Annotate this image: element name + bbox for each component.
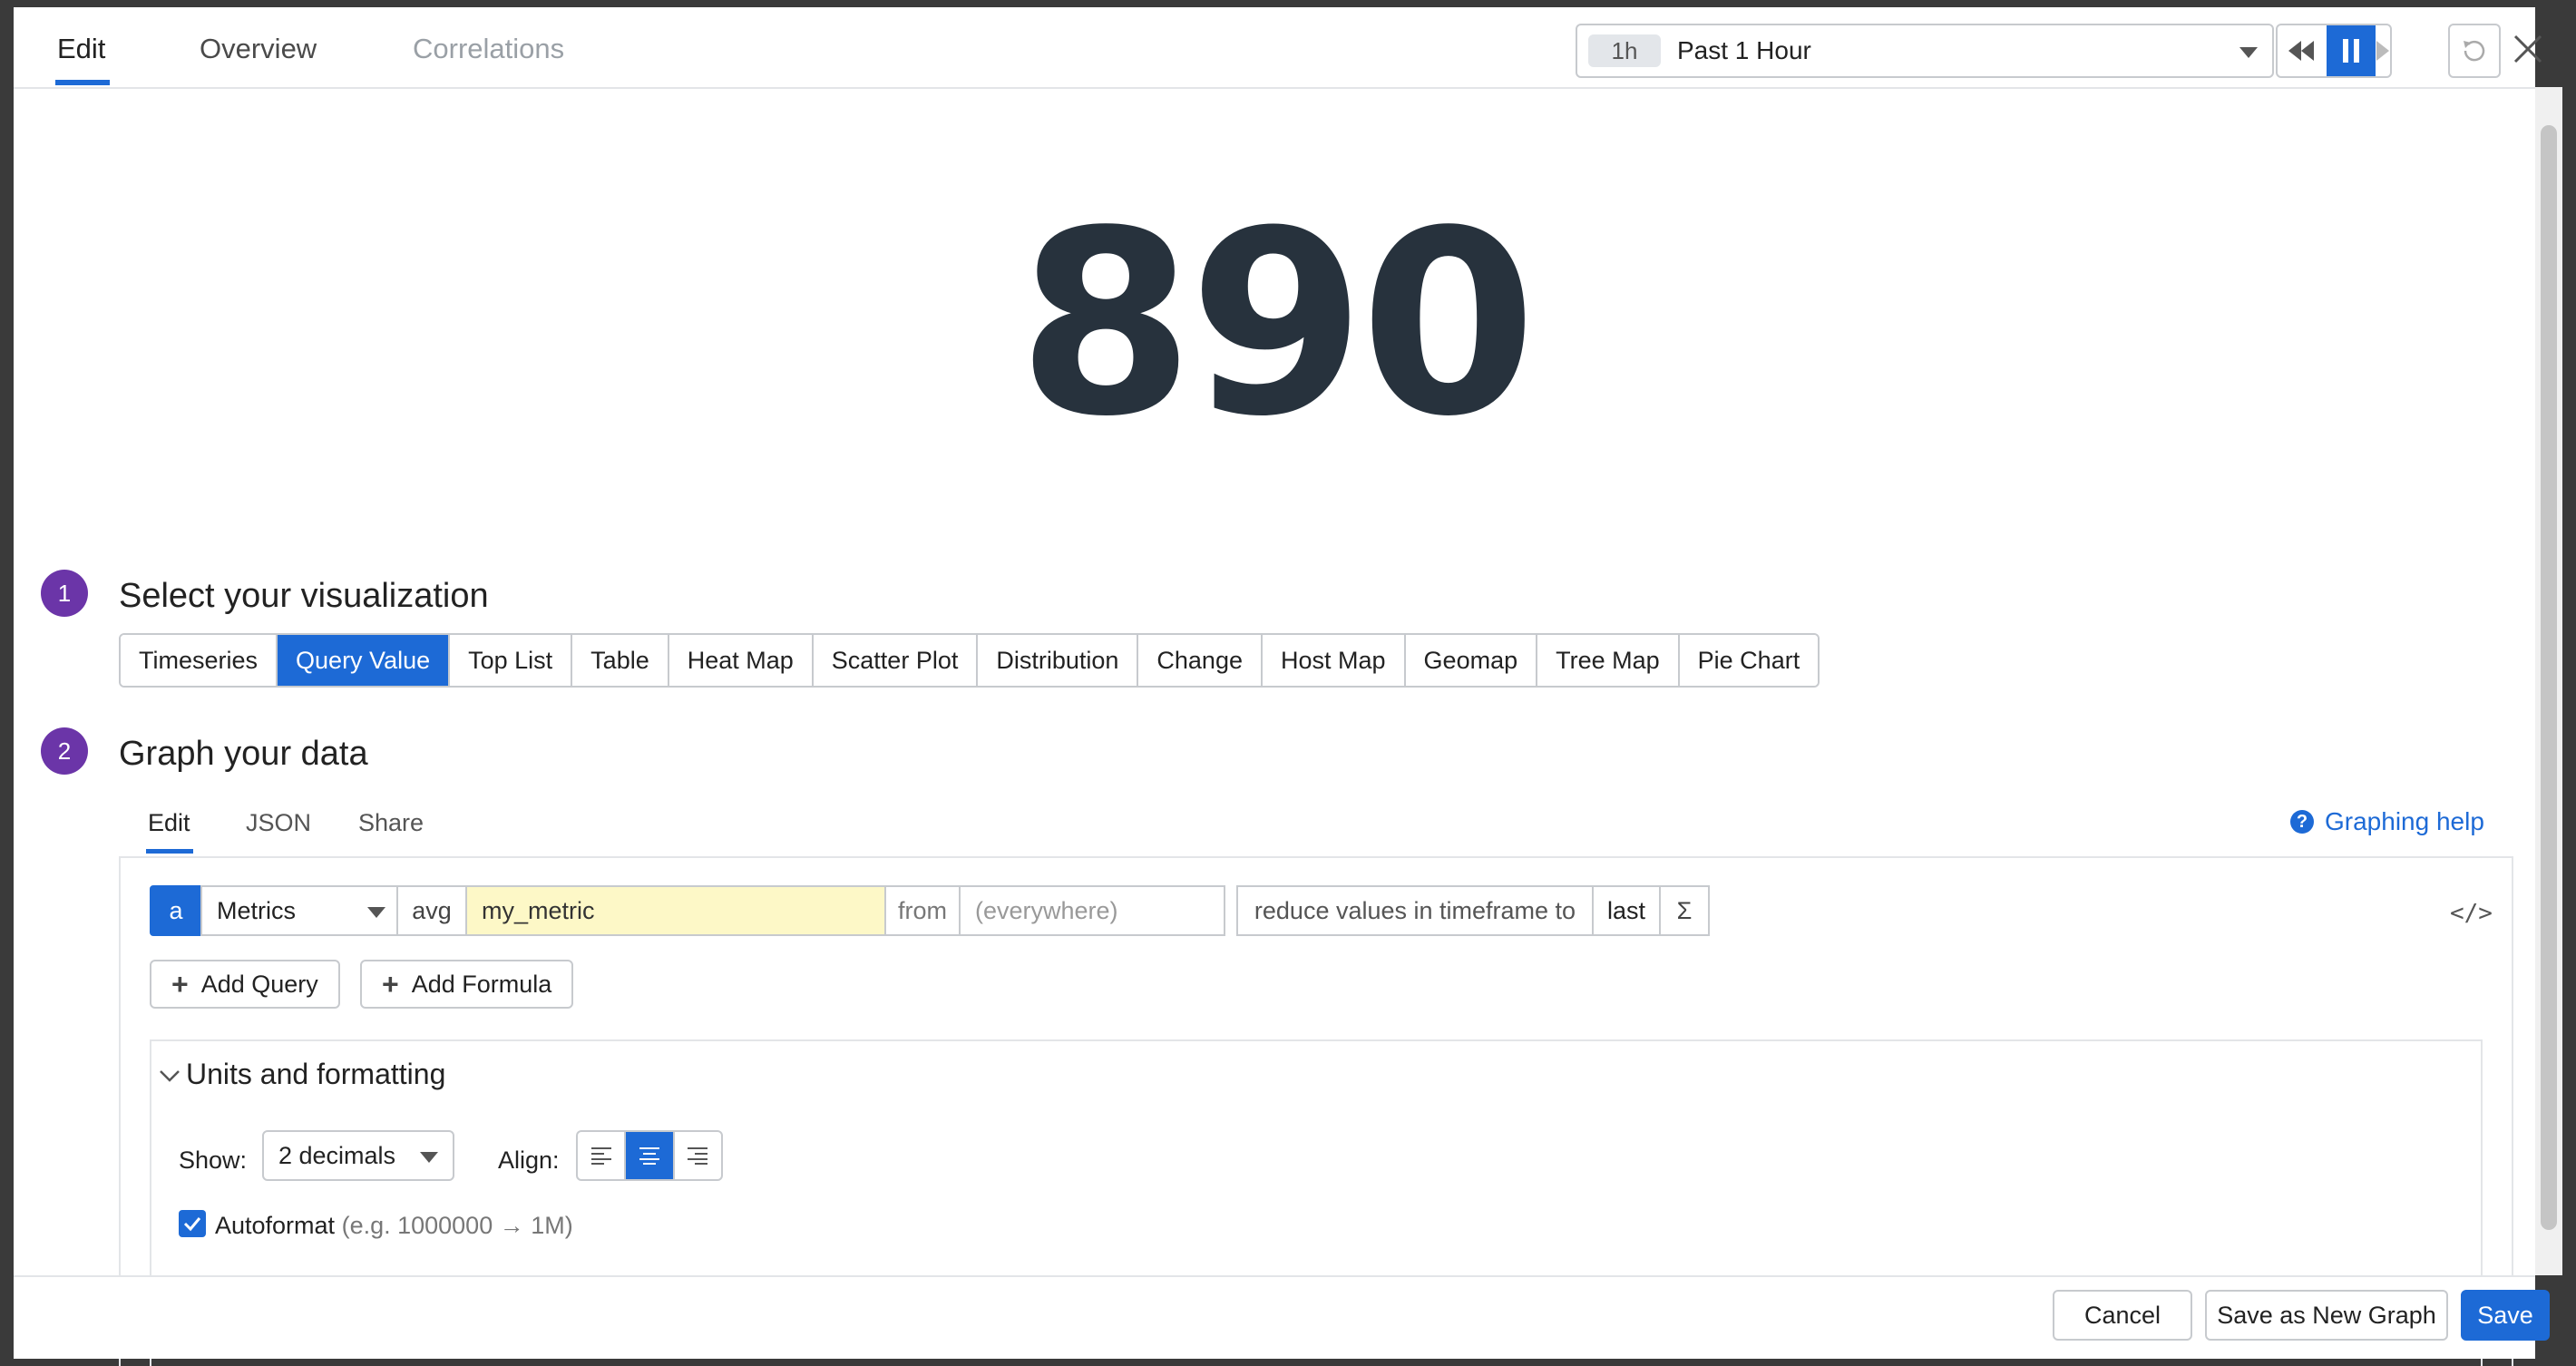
align-left-icon bbox=[590, 1147, 611, 1165]
add-formula-label: Add Formula bbox=[411, 971, 552, 998]
viz-timeseries[interactable]: Timeseries bbox=[121, 635, 278, 686]
align-label: Align: bbox=[498, 1146, 560, 1174]
save-button[interactable]: Save bbox=[2461, 1290, 2550, 1341]
align-selector bbox=[576, 1130, 723, 1181]
sigma-function-button[interactable]: Σ bbox=[1659, 885, 1710, 936]
tab-correlations[interactable]: Correlations bbox=[413, 33, 564, 65]
active-subtab-indicator bbox=[146, 849, 193, 854]
step-number-2: 2 bbox=[41, 727, 88, 775]
metric-input[interactable]: my_metric bbox=[465, 885, 886, 936]
step-number-1: 1 bbox=[41, 570, 88, 617]
decimals-value: 2 decimals bbox=[278, 1142, 396, 1169]
add-formula-button[interactable]: + Add Formula bbox=[360, 960, 574, 1009]
graphing-help-label: Graphing help bbox=[2325, 807, 2484, 835]
tab-edit[interactable]: Edit bbox=[57, 33, 105, 65]
autoformat-hint: (e.g. 1000000 → 1M) bbox=[341, 1212, 573, 1239]
editor-header: Edit Overview Correlations 1h Past 1 Hou… bbox=[14, 7, 2542, 89]
from-label: from bbox=[884, 885, 961, 936]
query-letter[interactable]: a bbox=[150, 885, 202, 936]
viz-host-map[interactable]: Host Map bbox=[1263, 635, 1406, 686]
reset-button[interactable] bbox=[2448, 24, 2501, 78]
viz-query-value[interactable]: Query Value bbox=[278, 635, 451, 686]
autoformat-label[interactable]: Autoformat (e.g. 1000000 → 1M) bbox=[215, 1212, 573, 1240]
add-query-label: Add Query bbox=[200, 971, 318, 998]
chevron-down-icon bbox=[367, 907, 385, 918]
playback-controls bbox=[2276, 24, 2392, 78]
visualization-type-selector: Timeseries Query Value Top List Table He… bbox=[119, 633, 1820, 688]
units-formatting-title[interactable]: Units and formatting bbox=[186, 1058, 445, 1091]
align-right-icon bbox=[688, 1147, 708, 1165]
decimals-select[interactable]: 2 decimals bbox=[262, 1130, 454, 1181]
step-title-graph-data: Graph your data bbox=[119, 735, 368, 773]
time-range-picker[interactable]: 1h Past 1 Hour bbox=[1576, 24, 2274, 78]
plus-icon: + bbox=[171, 968, 189, 1000]
reduce-label: reduce values in timeframe to bbox=[1236, 885, 1594, 936]
chevron-down-icon bbox=[420, 1152, 438, 1163]
data-source-select[interactable]: Metrics bbox=[200, 885, 398, 936]
save-as-new-graph-button[interactable]: Save as New Graph bbox=[2205, 1290, 2448, 1341]
viz-geomap[interactable]: Geomap bbox=[1405, 635, 1538, 686]
checkmark-icon bbox=[183, 1217, 201, 1232]
chevron-down-icon bbox=[2239, 47, 2258, 58]
subtab-json[interactable]: JSON bbox=[246, 809, 311, 837]
graphing-help-link[interactable]: ? Graphing help bbox=[2290, 807, 2484, 836]
time-range-badge: 1h bbox=[1588, 34, 1661, 67]
fast-forward-icon bbox=[2376, 41, 2389, 61]
align-center-icon bbox=[639, 1147, 659, 1165]
time-range-label: Past 1 Hour bbox=[1677, 36, 1811, 64]
rewind-icon bbox=[2288, 41, 2314, 61]
query-value-display: 890 bbox=[1017, 177, 1537, 473]
reducer-select[interactable]: last bbox=[1592, 885, 1661, 936]
align-right-button[interactable] bbox=[675, 1132, 721, 1179]
code-icon[interactable]: </> bbox=[2450, 900, 2493, 927]
viz-distribution[interactable]: Distribution bbox=[978, 635, 1139, 686]
tab-overview[interactable]: Overview bbox=[200, 33, 317, 65]
close-icon[interactable] bbox=[2513, 34, 2542, 63]
viz-pie-chart[interactable]: Pie Chart bbox=[1679, 635, 1819, 686]
subtab-edit[interactable]: Edit bbox=[148, 809, 190, 837]
scope-input[interactable]: (everywhere) bbox=[959, 885, 1225, 936]
subtab-share[interactable]: Share bbox=[358, 809, 424, 837]
refresh-icon bbox=[2464, 40, 2485, 62]
autoformat-checkbox[interactable] bbox=[179, 1210, 206, 1237]
viz-heat-map[interactable]: Heat Map bbox=[668, 635, 814, 686]
fast-forward-button[interactable] bbox=[2376, 25, 2390, 76]
viz-top-list[interactable]: Top List bbox=[450, 635, 573, 686]
step-title-visualization: Select your visualization bbox=[119, 577, 489, 615]
rewind-button[interactable] bbox=[2278, 25, 2327, 76]
align-left-button[interactable] bbox=[578, 1132, 627, 1179]
viz-tree-map[interactable]: Tree Map bbox=[1537, 635, 1680, 686]
viz-table[interactable]: Table bbox=[572, 635, 669, 686]
chevron-down-icon[interactable] bbox=[159, 1061, 181, 1089]
pause-button[interactable] bbox=[2327, 25, 2376, 76]
align-center-button[interactable] bbox=[626, 1132, 675, 1179]
data-source-value: Metrics bbox=[217, 897, 296, 924]
show-label: Show: bbox=[179, 1146, 248, 1174]
help-icon: ? bbox=[2290, 810, 2314, 834]
autoformat-text: Autoformat bbox=[215, 1212, 336, 1239]
active-tab-indicator bbox=[55, 80, 110, 85]
add-query-button[interactable]: + Add Query bbox=[150, 960, 340, 1009]
plus-icon: + bbox=[382, 968, 399, 1000]
pause-icon bbox=[2343, 39, 2359, 63]
graph-editor-modal: Edit Overview Correlations 1h Past 1 Hou… bbox=[14, 7, 2562, 1366]
viz-change[interactable]: Change bbox=[1138, 635, 1263, 686]
scroll-thumb[interactable] bbox=[2541, 125, 2557, 1230]
scrollbar[interactable] bbox=[2535, 87, 2562, 1275]
viz-scatter-plot[interactable]: Scatter Plot bbox=[813, 635, 979, 686]
cancel-button[interactable]: Cancel bbox=[2053, 1290, 2192, 1341]
aggregation-select[interactable]: avg bbox=[396, 885, 467, 936]
